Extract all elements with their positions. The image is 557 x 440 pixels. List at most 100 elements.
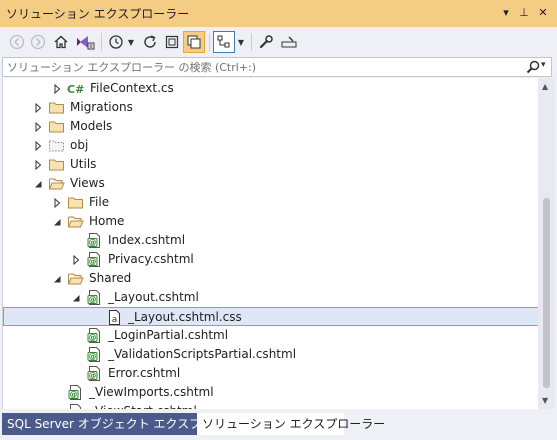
razor-file-icon: @ bbox=[86, 327, 103, 344]
tree-item-label: Home bbox=[89, 214, 125, 228]
toolbar: ▼ ▼ bbox=[0, 27, 557, 57]
expander-expanded-icon[interactable] bbox=[33, 178, 43, 188]
scrollbar-thumb[interactable] bbox=[543, 198, 550, 388]
close-icon[interactable]: ✕ bbox=[534, 3, 552, 23]
home-icon[interactable] bbox=[51, 31, 71, 53]
tree-item-label: Migrations bbox=[70, 100, 133, 114]
tree-item[interactable]: @ _Layout.cshtml bbox=[3, 288, 539, 307]
tree-item[interactable]: @ _LoginPartial.cshtml bbox=[3, 326, 539, 345]
folder-icon bbox=[48, 99, 65, 116]
tree-item-label: File bbox=[89, 195, 110, 209]
tree-item[interactable]: Models bbox=[3, 117, 539, 136]
tree-item-label: Shared bbox=[89, 271, 132, 285]
expander-collapsed-icon[interactable] bbox=[52, 83, 62, 95]
svg-text:@: @ bbox=[89, 371, 97, 380]
tree-item[interactable]: Views bbox=[3, 174, 539, 193]
tree-item[interactable]: @ _ViewImports.cshtml bbox=[3, 383, 539, 402]
refresh-icon[interactable] bbox=[140, 31, 160, 53]
csharp-file-icon: C# bbox=[67, 80, 84, 97]
window-position-dropdown-icon[interactable]: ▾ bbox=[497, 3, 515, 23]
search-options-dropdown-icon[interactable]: ▾ bbox=[541, 60, 546, 70]
scroll-down-icon[interactable]: ▼ bbox=[542, 396, 548, 405]
razor-file-icon: @ bbox=[86, 365, 103, 382]
tree-item[interactable]: @ Index.cshtml bbox=[3, 231, 539, 250]
tree-item[interactable]: C# FileContext.cs bbox=[3, 79, 539, 98]
tree-item[interactable]: @ Error.cshtml bbox=[3, 364, 539, 383]
tree-item-label: _ValidationScriptsPartial.cshtml bbox=[108, 347, 297, 361]
window-title: ソリューション エクスプローラー bbox=[6, 7, 190, 21]
tab-solution-explorer[interactable]: ソリューション エクスプローラー bbox=[197, 413, 385, 435]
expander-expanded-icon[interactable] bbox=[52, 273, 62, 283]
back-arrow-icon[interactable] bbox=[8, 31, 26, 53]
history-icon[interactable] bbox=[106, 31, 126, 53]
toolbar-separator bbox=[251, 33, 252, 51]
folder-icon bbox=[67, 194, 84, 211]
vertical-scrollbar[interactable]: ▲ ▼ bbox=[538, 78, 555, 409]
svg-text:@: @ bbox=[89, 295, 97, 304]
preview-selected-icon[interactable] bbox=[213, 31, 235, 53]
razor-file-icon: @ bbox=[86, 232, 103, 249]
tree-item-label: Utils bbox=[70, 157, 97, 171]
svg-text:@: @ bbox=[89, 333, 97, 342]
tree-item[interactable]: @_ViewStart.cshtml bbox=[3, 402, 539, 409]
svg-text:@: @ bbox=[70, 390, 78, 399]
bottom-tab-strip: SQL Server オブジェクト エクスプローラー ソリューション エクスプロ… bbox=[0, 409, 557, 440]
auto-hide-pin-icon[interactable]: ⊥ bbox=[515, 3, 533, 23]
tree-item-label: Models bbox=[70, 119, 113, 133]
expander-collapsed-icon[interactable] bbox=[71, 254, 81, 266]
search-box: ▾ bbox=[2, 57, 552, 77]
expander-collapsed-icon[interactable] bbox=[33, 102, 43, 114]
tree-item[interactable]: Migrations bbox=[3, 98, 539, 117]
razor-file-icon: @ bbox=[86, 289, 103, 306]
expander-collapsed-icon[interactable] bbox=[33, 159, 43, 171]
vs-switch-view-icon[interactable] bbox=[74, 31, 96, 53]
tree-item-label: Index.cshtml bbox=[108, 233, 186, 247]
expander-expanded-icon[interactable] bbox=[52, 216, 62, 226]
razor-file-icon: @ bbox=[67, 384, 84, 401]
tree-item[interactable]: Shared bbox=[3, 269, 539, 288]
dropdown-arrow-icon[interactable]: ▼ bbox=[126, 31, 136, 53]
svg-text:a: a bbox=[112, 315, 118, 325]
tree-item[interactable]: @ _ValidationScriptsPartial.cshtml bbox=[3, 345, 539, 364]
css-file-icon: a bbox=[106, 309, 123, 326]
tree-item-label: Views bbox=[70, 176, 105, 190]
preview-pane-icon[interactable] bbox=[278, 31, 300, 53]
tree-item-label: _LoginPartial.cshtml bbox=[108, 328, 229, 342]
tree-item-label: obj bbox=[70, 138, 89, 152]
open-folder-icon bbox=[48, 175, 65, 192]
expander-collapsed-icon[interactable] bbox=[33, 140, 43, 152]
tree-item[interactable]: @ Privacy.cshtml bbox=[3, 250, 539, 269]
title-bar: ソリューション エクスプローラー ▾ ⊥ ✕ bbox=[0, 0, 557, 27]
tree-item-label: _ViewImports.cshtml bbox=[89, 385, 214, 399]
svg-text:@: @ bbox=[89, 238, 97, 247]
tree-item[interactable]: File bbox=[3, 193, 539, 212]
toolbar-separator bbox=[101, 33, 102, 51]
razor-file-icon: @ bbox=[86, 251, 103, 268]
razor-file-icon: @ bbox=[86, 346, 103, 363]
collapse-all-icon[interactable] bbox=[162, 31, 182, 53]
folder-icon bbox=[48, 156, 65, 173]
folder-icon bbox=[48, 118, 65, 135]
forward-arrow-icon[interactable] bbox=[29, 31, 47, 53]
tree-item-label: FileContext.cs bbox=[90, 81, 174, 95]
solution-tree: C# FileContext.cs Migrations Models obj Utils… bbox=[2, 78, 539, 409]
tree-item[interactable]: obj bbox=[3, 136, 539, 155]
tree-item-label: _Layout.cshtml.css bbox=[128, 310, 242, 324]
tab-sql-server-object-explorer[interactable]: SQL Server オブジェクト エクスプローラー bbox=[2, 413, 249, 435]
search-icon[interactable] bbox=[526, 60, 540, 77]
dropdown-arrow-icon[interactable]: ▼ bbox=[236, 31, 246, 53]
tree-item-label: Privacy.cshtml bbox=[108, 252, 194, 266]
expander-collapsed-icon[interactable] bbox=[52, 197, 62, 209]
tree-item[interactable]: a _Layout.cshtml.css bbox=[3, 307, 539, 326]
properties-wrench-icon[interactable] bbox=[256, 31, 276, 53]
open-folder-icon bbox=[67, 213, 84, 230]
svg-text:@: @ bbox=[89, 352, 97, 361]
search-input[interactable] bbox=[7, 59, 517, 75]
scroll-up-icon[interactable]: ▲ bbox=[542, 82, 548, 91]
expander-expanded-icon[interactable] bbox=[71, 292, 81, 302]
tree-item[interactable]: Utils bbox=[3, 155, 539, 174]
show-all-files-icon[interactable] bbox=[183, 31, 205, 53]
open-folder-icon bbox=[67, 270, 84, 287]
expander-collapsed-icon[interactable] bbox=[33, 121, 43, 133]
tree-item[interactable]: Home bbox=[3, 212, 539, 231]
